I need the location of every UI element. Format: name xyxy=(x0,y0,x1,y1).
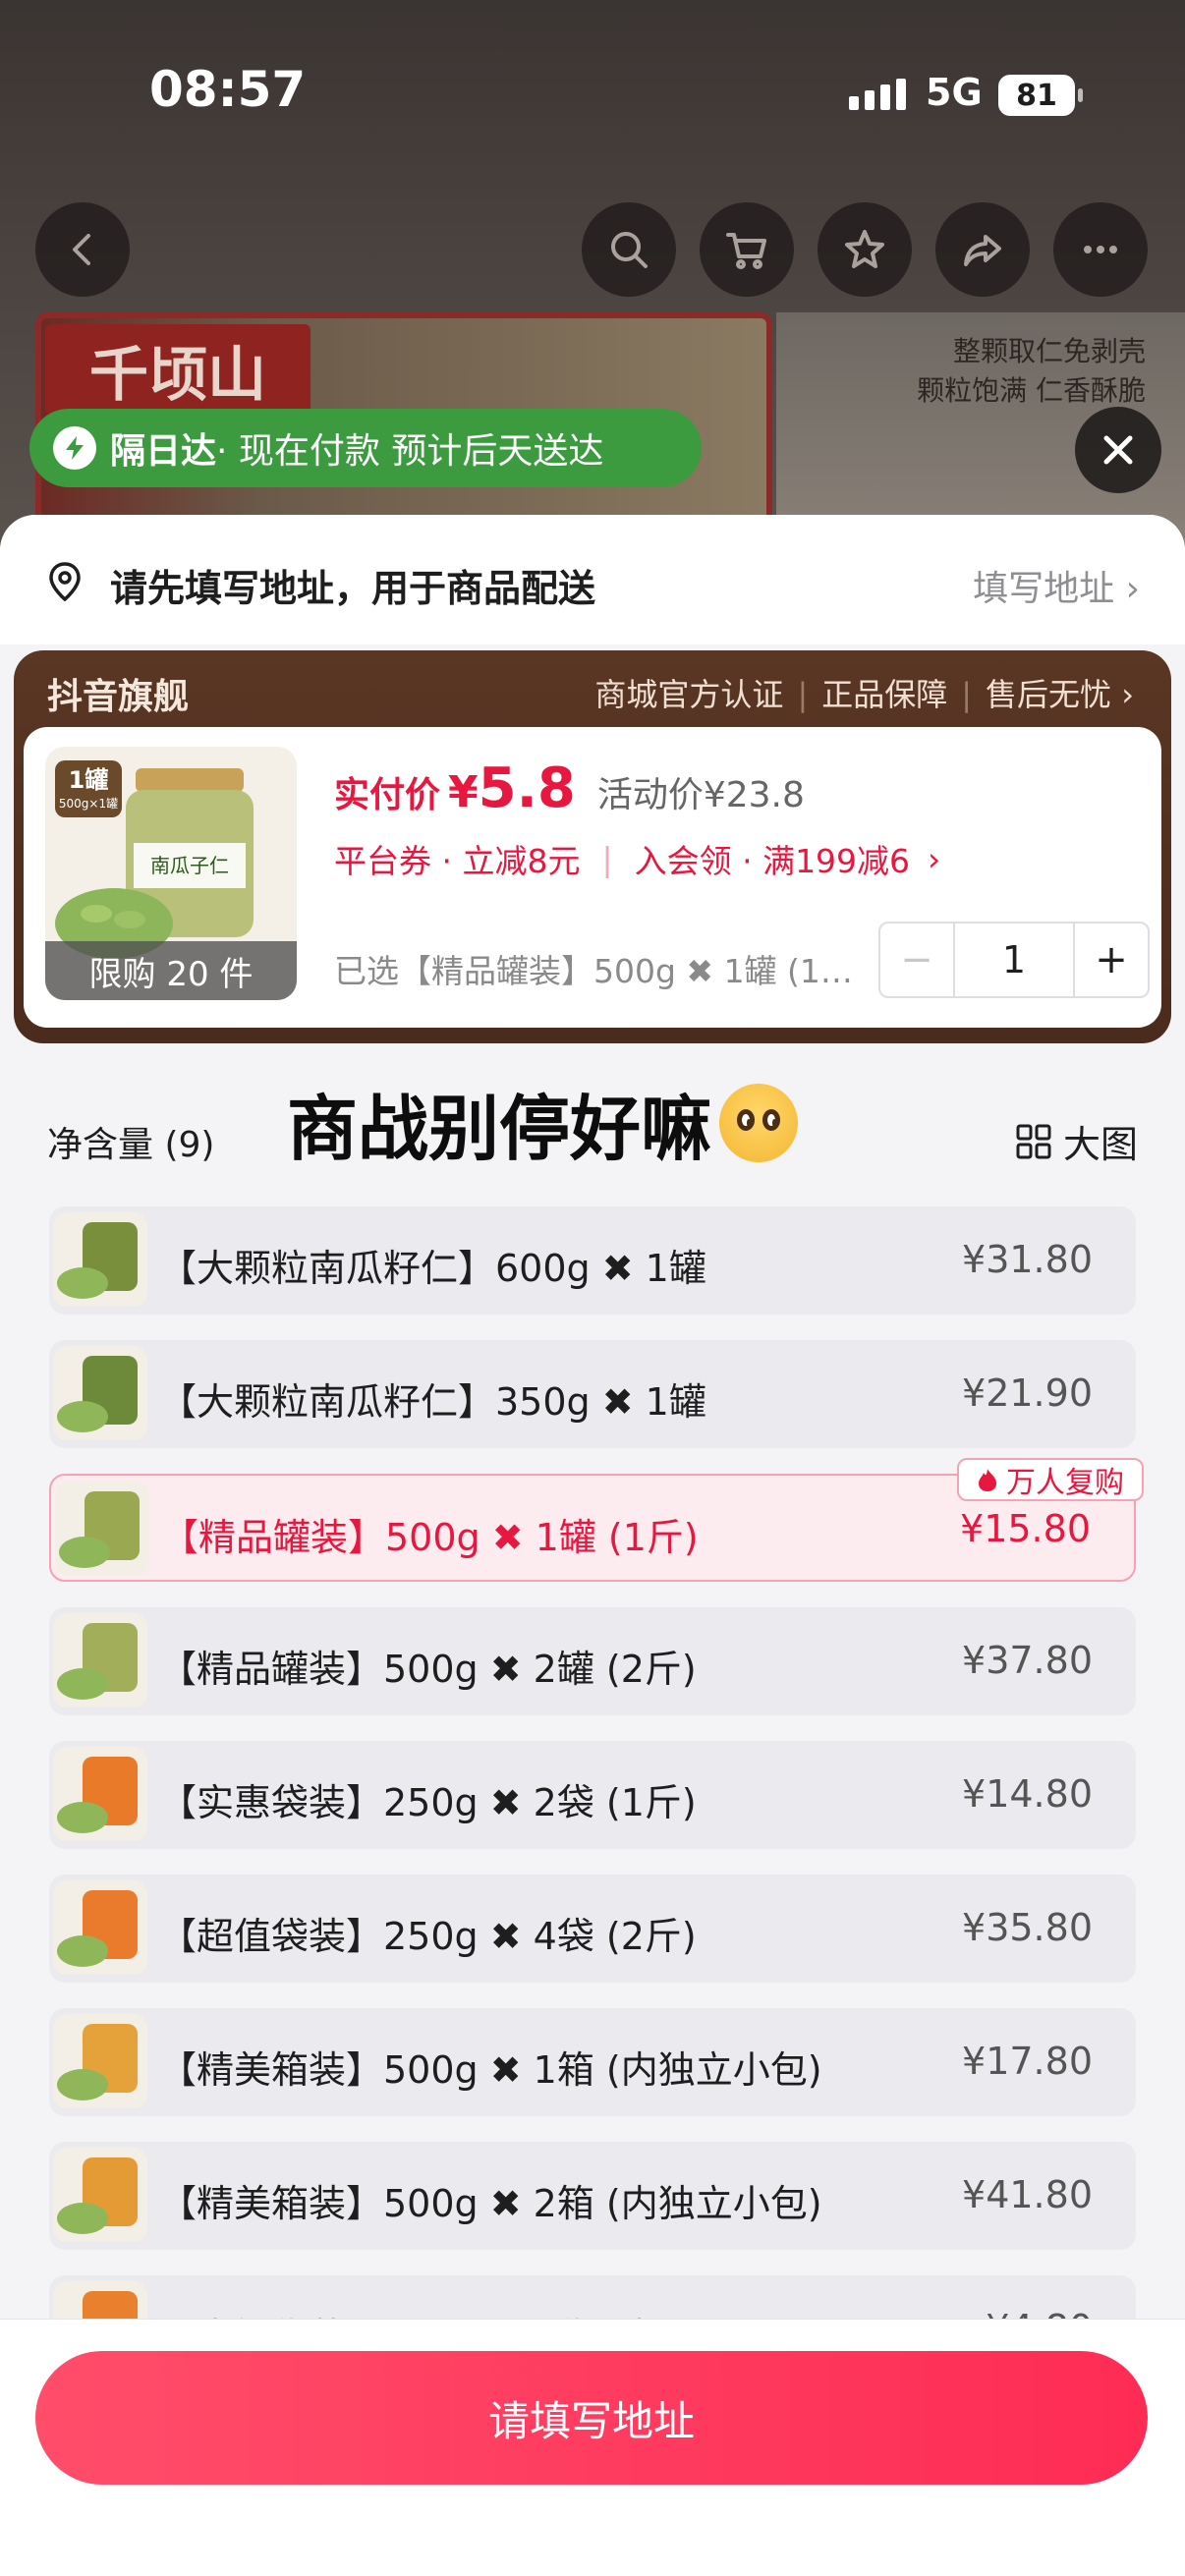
member-coupon: 入会领 · 满199减6 xyxy=(634,842,911,880)
star-icon xyxy=(845,230,884,268)
sku-option-price: ¥17.80 xyxy=(962,2040,1093,2083)
sku-option-label: 【超值袋装】250g ✖ 4袋 (2斤) xyxy=(159,1915,697,1958)
sku-option-price: ¥37.80 xyxy=(962,1639,1093,1682)
purchase-limit: 限购 20 件 xyxy=(45,941,297,1000)
quantity-stepper: − 1 + xyxy=(878,922,1150,998)
flame-icon xyxy=(979,1469,996,1491)
address-prompt: 请先填写地址，用于商品配送 xyxy=(110,567,596,610)
sku-option-price: ¥14.80 xyxy=(962,1772,1093,1816)
sku-option-price: ¥15.80 xyxy=(960,1507,1091,1550)
net-weight-header: 净含量 (9) xyxy=(47,1125,215,1165)
activity-price: 活动价¥23.8 xyxy=(596,775,805,815)
large-view-toggle[interactable]: 大图 xyxy=(1014,1114,1138,1168)
back-arrow-icon xyxy=(73,234,90,265)
fill-address-link[interactable]: 填写地址 › xyxy=(973,560,1140,611)
chevron-right-icon: › xyxy=(1111,676,1134,713)
sku-option-thumbnail xyxy=(53,1880,147,1975)
chevron-right-icon: › xyxy=(928,839,941,878)
platform-coupon: 平台券 · 立减8元 xyxy=(334,842,581,880)
sku-option[interactable]: 【大颗粒南瓜籽仁】350g ✖ 1罐 ¥21.90 xyxy=(49,1340,1136,1448)
sku-option[interactable]: 【精美箱装】500g ✖ 1箱 (内独立小包) ¥17.80 xyxy=(49,2008,1136,2116)
network-type: 5G xyxy=(926,71,983,114)
back-button[interactable] xyxy=(35,202,130,297)
promo-text: 整颗取仁免剥壳 颗粒饱满 仁香酥脆 xyxy=(917,335,1146,407)
address-row[interactable]: 请先填写地址，用于商品配送 填写地址 › xyxy=(0,515,1185,644)
grid-icon xyxy=(1016,1124,1051,1158)
sku-option[interactable]: 【精美箱装】500g ✖ 2箱 (内独立小包) ¥41.80 xyxy=(49,2142,1136,2250)
more-button[interactable] xyxy=(1053,202,1148,297)
sku-option-thumbnail xyxy=(53,1613,147,1708)
quantity-value[interactable]: 1 xyxy=(955,924,1073,996)
sku-option[interactable]: 【大颗粒南瓜籽仁】600g ✖ 1罐 ¥31.80 xyxy=(49,1206,1136,1315)
fill-address-button[interactable]: 请填写地址 xyxy=(35,2351,1148,2485)
more-icon xyxy=(1084,246,1117,253)
svg-text:1罐: 1罐 xyxy=(69,766,109,794)
delivery-text: · 现在付款 预计后天送达 xyxy=(216,431,604,472)
price-line: 实付价 ¥ 5.8 活动价¥23.8 xyxy=(334,756,805,820)
sku-option-label: 【精美箱装】500g ✖ 1箱 (内独立小包) xyxy=(159,2048,822,2092)
store-card: 抖音旗舰 商城官方认证 | 正品保障 | 售后无忧 › 南瓜子仁 1罐 500g×1罐 xyxy=(14,650,1171,1043)
sku-option-label: 【精品罐装】500g ✖ 1罐 (1斤) xyxy=(161,1516,699,1559)
svg-text:500g×1罐: 500g×1罐 xyxy=(59,797,118,811)
store-name: 抖音旗舰 xyxy=(47,677,190,717)
sku-option-thumbnail xyxy=(55,1482,149,1576)
selected-product-summary: 南瓜子仁 1罐 500g×1罐 限购 20 件 实付价 ¥ 5.8 活动价¥23… xyxy=(24,727,1161,1028)
sku-option-label: 【实惠袋装】250g ✖ 2袋 (1斤) xyxy=(159,1781,697,1824)
pleading-face-emoji-icon xyxy=(719,1083,799,1162)
product-thumbnail: 南瓜子仁 1罐 500g×1罐 限购 20 件 xyxy=(45,747,297,1000)
cart-button[interactable] xyxy=(700,202,794,297)
bottom-action-bar: 请填写地址 xyxy=(0,2319,1185,2576)
sku-option[interactable]: 【精品罐装】500g ✖ 2罐 (2斤) ¥37.80 xyxy=(49,1607,1136,1715)
close-icon xyxy=(1103,435,1133,465)
location-pin-icon xyxy=(49,562,81,602)
chevron-right-icon: › xyxy=(1125,569,1140,609)
repurchase-badge: 万人复购 xyxy=(957,1458,1144,1501)
sku-option-label: 【大颗粒南瓜籽仁】350g ✖ 1罐 xyxy=(159,1380,706,1424)
close-button[interactable] xyxy=(1075,407,1161,493)
increase-button[interactable]: + xyxy=(1073,924,1148,996)
decrease-button[interactable]: − xyxy=(880,924,955,996)
search-button[interactable] xyxy=(582,202,676,297)
delivery-tag: 隔日达 xyxy=(110,431,217,472)
sku-option[interactable]: 【超值袋装】250g ✖ 4袋 (2斤) ¥35.80 xyxy=(49,1875,1136,1983)
sku-option-thumbnail xyxy=(53,1212,147,1307)
sku-option-label: 【精品罐装】500g ✖ 2罐 (2斤) xyxy=(159,1648,697,1691)
sku-option-thumbnail xyxy=(53,1747,147,1841)
overlay-caption: 商战别停好嘛 xyxy=(287,1071,799,1174)
favorite-button[interactable] xyxy=(818,202,912,297)
sku-option-thumbnail xyxy=(53,2014,147,2108)
next-day-delivery-banner: 隔日达 · 现在付款 预计后天送达 xyxy=(29,409,702,487)
sku-option-thumbnail xyxy=(53,1346,147,1440)
lightning-icon xyxy=(53,426,96,470)
sku-option-thumbnail xyxy=(53,2148,147,2242)
status-bar: 08:57 5G 81 xyxy=(0,0,1185,196)
coupon-line[interactable]: 平台券 · 立减8元 | 入会领 · 满199减6 › xyxy=(334,835,940,882)
sku-option[interactable]: 【实惠袋装】250g ✖ 2袋 (1斤) ¥14.80 xyxy=(49,1741,1136,1849)
brand-logo: 千顷山 xyxy=(45,324,310,415)
svg-text:南瓜子仁: 南瓜子仁 xyxy=(150,854,229,877)
sku-option-price: ¥35.80 xyxy=(962,1906,1093,1949)
share-button[interactable] xyxy=(935,202,1030,297)
sku-option-label: 【精美箱装】500g ✖ 2箱 (内独立小包) xyxy=(159,2182,822,2225)
sku-option-price: ¥41.80 xyxy=(962,2173,1093,2216)
signal-icon xyxy=(849,79,906,110)
sku-option-price: ¥31.80 xyxy=(962,1238,1093,1281)
selected-sku-text: 已选【精品罐装】500g ✖ 1罐 (1斤) xyxy=(334,952,865,990)
sku-option-label: 【大颗粒南瓜籽仁】600g ✖ 1罐 xyxy=(159,1247,706,1290)
cart-icon xyxy=(726,233,766,269)
sku-option-price: ¥21.90 xyxy=(962,1372,1093,1415)
search-icon xyxy=(611,232,648,268)
store-guarantees[interactable]: 商城官方认证 | 正品保障 | 售后无忧 › xyxy=(594,670,1134,715)
clock: 08:57 xyxy=(149,61,307,118)
share-icon xyxy=(964,235,1001,266)
battery-icon: 81 xyxy=(998,75,1083,116)
final-price: 5.8 xyxy=(478,756,576,820)
